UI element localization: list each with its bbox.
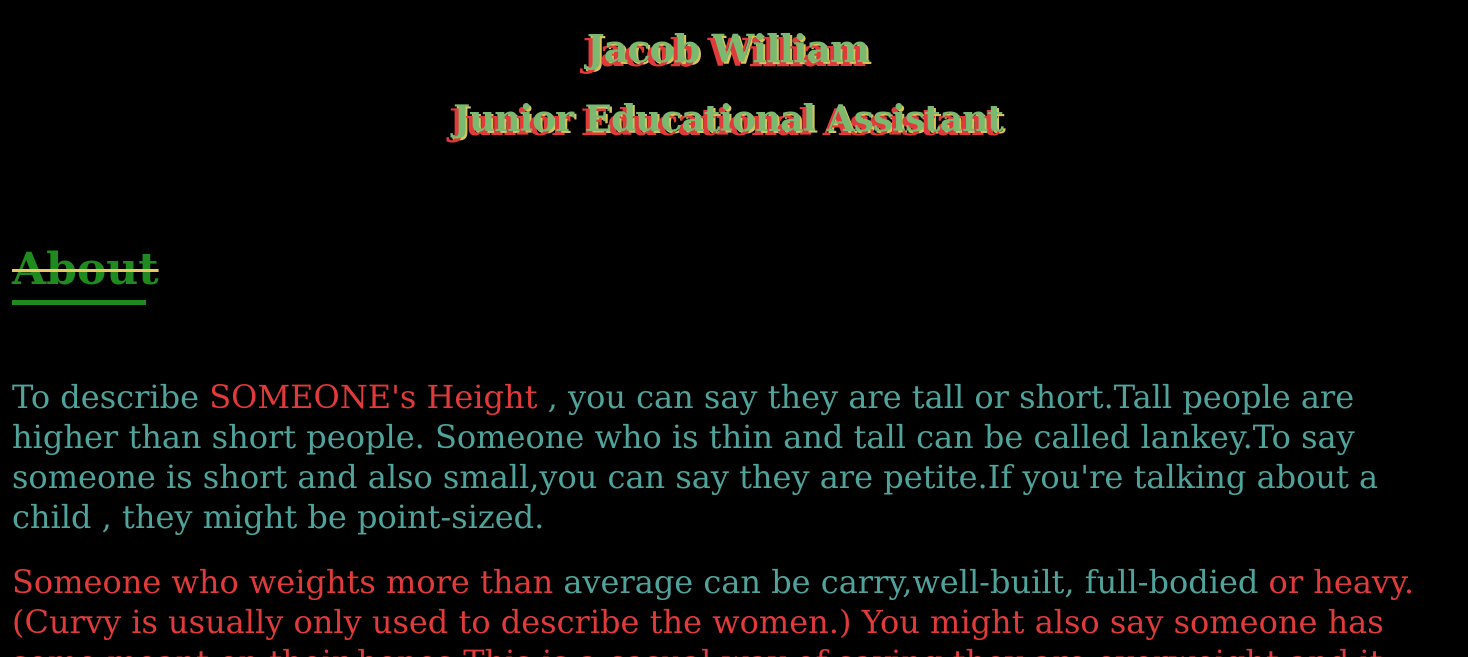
job-title: Junior Educational Assistant [453, 98, 1004, 140]
text-segment: To describe [12, 378, 210, 416]
text-highlight: SOMEONE's Height [209, 378, 538, 416]
about-paragraph-height: To describe SOMEONE's Height , you can s… [12, 377, 1452, 537]
text-segment: average can be carry,well-built, full-bo… [553, 563, 1259, 601]
about-underline [12, 300, 146, 305]
about-paragraph-weight: Someone who weights more than average ca… [12, 562, 1452, 657]
text-highlight: Someone who weights more than [12, 563, 554, 601]
about-heading: About [12, 244, 159, 295]
person-name: Jacob William [586, 26, 870, 71]
